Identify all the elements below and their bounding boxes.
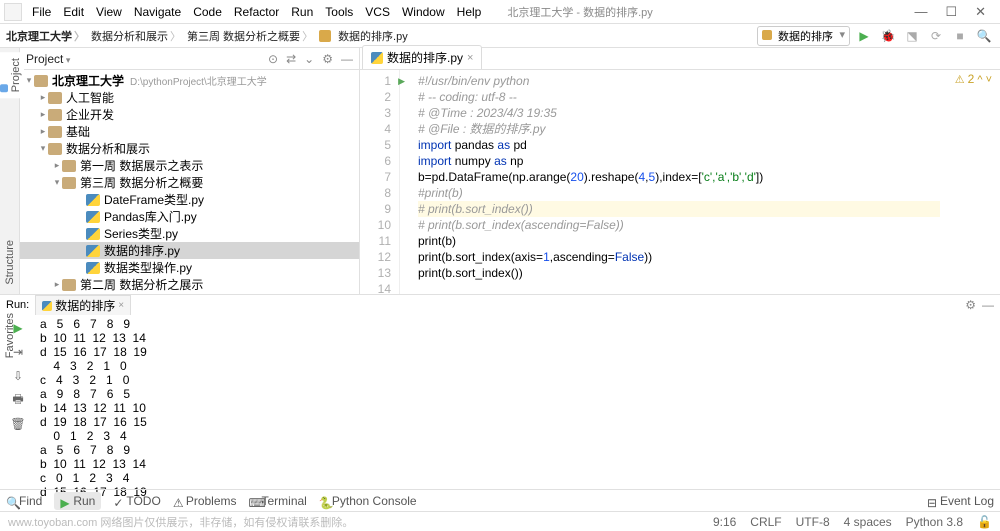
tool-terminal[interactable]: ⌨Terminal <box>249 494 307 508</box>
run-hide-icon[interactable]: — <box>982 298 994 312</box>
tree-file[interactable]: 数据类型操作.py <box>104 259 192 276</box>
maximize-button[interactable]: ☐ <box>945 4 957 20</box>
menu-navigate[interactable]: Navigate <box>128 2 187 22</box>
expand-icon[interactable]: ⇄ <box>286 52 296 66</box>
python-file-icon <box>42 301 52 311</box>
bottom-toolbar: 🔍Find ▶Run ✓TODO ⚠Problems ⌨Terminal 🐍Py… <box>0 489 1000 511</box>
menu-help[interactable]: Help <box>451 2 488 22</box>
encoding[interactable]: UTF-8 <box>796 515 830 529</box>
gutter: 1234567891011121314 <box>360 70 400 294</box>
trash-button[interactable]: 🗑 <box>9 415 27 433</box>
indent[interactable]: 4 spaces <box>844 515 892 529</box>
cursor-position[interactable]: 9:16 <box>713 515 736 529</box>
menu-refactor[interactable]: Refactor <box>228 2 285 22</box>
statusbar: www.toyoban.com 网络图片仅供展示，非存储，如有侵权请联系删除。 … <box>0 511 1000 531</box>
tree-folder[interactable]: 第三周 数据分析之概要 <box>80 174 203 191</box>
tree-folder[interactable]: 数据分析和展示 <box>66 140 150 157</box>
tree-file[interactable]: Pandas库入门.py <box>104 208 197 225</box>
tool-todo[interactable]: ✓TODO <box>113 494 160 508</box>
toolwindow-structure[interactable]: Structure <box>2 234 18 291</box>
run-button[interactable]: ▶ <box>854 26 874 46</box>
editor-tab[interactable]: 数据的排序.py × <box>362 45 482 69</box>
app-icon <box>4 3 22 21</box>
crumb-root[interactable]: 北京理工大学 <box>6 28 87 44</box>
gear-icon[interactable]: ⚙ <box>322 52 333 66</box>
menu-file[interactable]: File <box>26 2 57 22</box>
collapse-icon[interactable]: ⌄ <box>304 52 314 66</box>
run-tab[interactable]: 数据的排序 × <box>35 295 131 315</box>
profile-button[interactable]: ⟳ <box>926 26 946 46</box>
editor-body[interactable]: 1234567891011121314 2 ^ ˅ #!/usr/bin/env… <box>360 70 1000 294</box>
menu-tools[interactable]: Tools <box>319 2 359 22</box>
project-panel: Project ⊙ ⇄ ⌄ ⚙ — ▾北京理工大学D:\pythonProjec… <box>20 48 360 294</box>
line-separator[interactable]: CRLF <box>750 515 781 529</box>
menu-code[interactable]: Code <box>187 2 228 22</box>
minimize-button[interactable]: — <box>914 4 927 20</box>
tool-find[interactable]: 🔍Find <box>6 494 42 508</box>
tree-file[interactable]: DateFrame类型.py <box>104 191 204 208</box>
left-toolwindow-tabs: Project Structure Favorites <box>0 48 20 294</box>
menu-window[interactable]: Window <box>396 2 451 22</box>
navbar: 北京理工大学 数据分析和展示 第三周 数据分析之概要 数据的排序.py 数据的排… <box>0 24 1000 48</box>
watermark-text: www.toyoban.com 网络图片仅供展示，非存储，如有侵权请联系删除。 <box>8 514 353 530</box>
hide-icon[interactable]: — <box>341 52 353 66</box>
tool-python-console[interactable]: 🐍Python Console <box>319 494 417 508</box>
python-file-icon <box>371 52 383 64</box>
menu-vcs[interactable]: VCS <box>359 2 396 22</box>
stop-button[interactable]: ■ <box>950 26 970 46</box>
menubar: File Edit View Navigate Code Refactor Ru… <box>0 0 1000 24</box>
crumb-file[interactable]: 数据的排序.py <box>338 28 408 44</box>
debug-button[interactable]: 🐞 <box>878 26 898 46</box>
crumb-1[interactable]: 数据分析和展示 <box>91 28 183 44</box>
menu-run[interactable]: Run <box>285 2 319 22</box>
menu-edit[interactable]: Edit <box>57 2 90 22</box>
run-panel: Run: 数据的排序 × ⚙ — ▶ ⇥ ⇩ 🖶 🗑 a 5 6 7 8 9 b… <box>0 294 1000 489</box>
tree-folder[interactable]: 人工智能 <box>66 89 114 106</box>
project-view-dropdown[interactable]: Project <box>26 52 70 66</box>
toolwindow-favorites[interactable]: Favorites <box>2 307 18 364</box>
scroll-button[interactable]: ⇩ <box>9 367 27 385</box>
locate-icon[interactable]: ⊙ <box>268 52 278 66</box>
toolwindow-project[interactable]: Project <box>0 52 24 98</box>
crumb-2[interactable]: 第三周 数据分析之概要 <box>187 28 315 44</box>
run-gear-icon[interactable]: ⚙ <box>965 298 976 312</box>
coverage-button[interactable]: ⬔ <box>902 26 922 46</box>
interpreter[interactable]: Python 3.8 <box>906 515 963 529</box>
editor-tab-label: 数据的排序.py <box>387 49 463 66</box>
lock-icon[interactable]: 🔓 <box>977 515 992 529</box>
close-button[interactable]: ✕ <box>975 4 986 20</box>
code-area[interactable]: 2 ^ ˅ #!/usr/bin/env python # -- coding:… <box>400 70 1000 294</box>
print-button[interactable]: 🖶 <box>9 391 27 409</box>
tree-folder[interactable]: 基础 <box>66 123 90 140</box>
menu-view[interactable]: View <box>90 2 128 22</box>
project-tree[interactable]: ▾北京理工大学D:\pythonProject\北京理工大学 ▸人工智能 ▸企业… <box>20 70 359 294</box>
tree-folder[interactable]: 第一周 数据展示之表示 <box>80 157 203 174</box>
tree-root[interactable]: 北京理工大学 <box>52 72 124 89</box>
tree-file-selected[interactable]: 数据的排序.py <box>104 242 180 259</box>
tool-problems[interactable]: ⚠Problems <box>173 494 237 508</box>
warning-indicator[interactable]: 2 ^ ˅ <box>955 72 992 86</box>
tool-run[interactable]: ▶Run <box>54 492 101 510</box>
close-tab-icon[interactable]: × <box>467 52 473 64</box>
run-config-select[interactable]: 数据的排序 <box>757 26 850 46</box>
tree-folder[interactable]: 第二周 数据分析之展示 <box>80 276 203 293</box>
window-title: 北京理工大学 - 数据的排序.py <box>507 4 652 20</box>
search-button[interactable]: 🔍 <box>974 26 994 46</box>
editor: 数据的排序.py × 1234567891011121314 2 ^ ˅ #!/… <box>360 48 1000 294</box>
run-output[interactable]: a 5 6 7 8 9 b 10 11 12 13 14 d 15 16 17 … <box>36 315 1000 499</box>
event-log[interactable]: ⊟Event Log <box>927 494 994 508</box>
close-run-tab-icon[interactable]: × <box>118 300 124 311</box>
tree-file[interactable]: Series类型.py <box>104 225 178 242</box>
python-file-icon <box>319 30 331 42</box>
tree-folder[interactable]: 企业开发 <box>66 106 114 123</box>
